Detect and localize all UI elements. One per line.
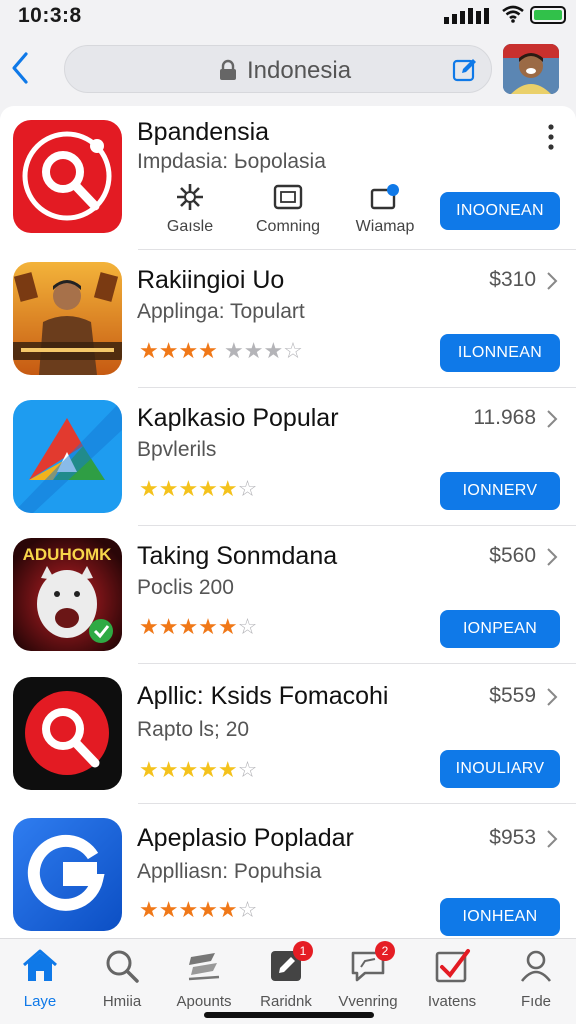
search-icon [106, 950, 139, 983]
action-label: Comning [255, 218, 321, 235]
app-title: Apeplasio Popladar [137, 824, 354, 852]
app-title: Apllic: Ksids Fomacohi [137, 682, 389, 710]
app-row[interactable]: Kaplkasio Popular Bpvlerils 11.968 ★★★★★… [0, 388, 576, 526]
app-price: $560 [489, 544, 536, 567]
back-chevron-icon[interactable] [4, 48, 38, 88]
app-icon-search[interactable] [13, 677, 122, 790]
frame-icon [273, 184, 303, 210]
person-icon [520, 950, 552, 982]
app-row[interactable]: ADUHOMK Taking Sonmdana Poclis 200 $560 … [0, 526, 576, 664]
app-title: Taking Sonmdana [137, 542, 338, 570]
chevron-right-icon[interactable] [546, 687, 558, 707]
tab-label: Fıde [520, 993, 551, 1010]
app-price: $559 [489, 684, 536, 707]
nav-bar: Indonesia [0, 38, 576, 100]
get-button[interactable]: INOULIARV [440, 750, 560, 788]
app-icon-arrow[interactable] [13, 400, 122, 513]
action-label: Wiamap [355, 218, 415, 235]
tab-label: Hmiia [102, 993, 142, 1010]
tab-label: Raridnk [260, 993, 312, 1010]
app-subtitle: Bpvlerils [137, 438, 217, 461]
chevron-right-icon[interactable] [546, 271, 558, 291]
tab-bar: Laye Hmiia Apounts 1 Raridnk 2 Vvenring … [0, 938, 576, 1024]
app-icon-g[interactable] [13, 818, 122, 931]
chevron-right-icon[interactable] [546, 409, 558, 429]
lock-icon [220, 59, 236, 80]
battery-icon [530, 6, 566, 24]
home-indicator [204, 1012, 374, 1018]
featured-app-title: Bpandensia [137, 118, 270, 146]
rating-stars: ★★★★ ★★★☆ [139, 338, 303, 363]
app-row[interactable]: Apeplasio Popladar Applliasn: Popuhsia $… [0, 804, 576, 938]
compose-icon[interactable] [451, 55, 479, 83]
note-icon-wrap: 1 [267, 941, 313, 985]
get-button[interactable]: IONHEAN [440, 898, 560, 936]
tab-apounts[interactable]: Apounts [164, 947, 244, 1010]
avatar[interactable] [503, 44, 559, 94]
featured-app-row[interactable]: Bpandensia Impdasia: Ьopolasia Gaısle Co… [0, 106, 576, 250]
app-price: 11.968 [473, 406, 536, 429]
notification-badge: 2 [375, 941, 395, 961]
rating-stars: ★★★★★☆ [139, 757, 258, 782]
folder-badge-icon [370, 184, 399, 210]
more-options-icon[interactable] [548, 124, 554, 150]
app-subtitle: Rapto ls; 20 [137, 718, 250, 741]
star-burst-icon [177, 184, 203, 210]
app-row[interactable]: Apllic: Ksids Fomacohi Rapto ls; 20 $559… [0, 664, 576, 804]
action-gaisle[interactable]: Gaısle [150, 182, 230, 242]
action-wiamap[interactable]: Wiamap [345, 182, 425, 242]
tab-label: Ivatens [427, 993, 477, 1010]
featured-get-button[interactable]: INOONEAN [440, 192, 560, 230]
chevron-right-icon[interactable] [546, 829, 558, 849]
featured-app-subtitle: Impdasia: Ьopolasia [137, 150, 326, 173]
app-price: $953 [489, 826, 536, 849]
tab-laye[interactable]: Laye [0, 947, 80, 1010]
app-icon-wolf[interactable]: ADUHOMK [13, 538, 122, 651]
action-label: Gaısle [166, 218, 214, 235]
rating-stars: ★★★★★☆ [139, 476, 258, 501]
tab-label: Vvenring [338, 993, 398, 1010]
app-title: Rakiingioi Uo [137, 266, 285, 294]
chevron-right-icon[interactable] [546, 547, 558, 567]
tab-ivatens[interactable]: Ivatens [412, 947, 492, 1010]
tab-label: Laye [23, 993, 57, 1010]
notification-badge: 1 [293, 941, 313, 961]
address-text: Indonesia [247, 57, 352, 84]
rating-stars: ★★★★★☆ [139, 614, 258, 639]
app-subtitle: Applinga: Topulart [137, 300, 305, 323]
status-time: 10:3:8 [18, 4, 82, 27]
address-bar[interactable]: Indonesia [64, 45, 492, 93]
status-bar: 10:3:8 [0, 0, 576, 34]
icon-banner-text: ADUHOMK [23, 545, 112, 564]
layers-icon [188, 953, 220, 981]
wifi-icon [502, 5, 524, 23]
featured-actions: Gaısle Comning Wiamap [150, 182, 430, 242]
rating-stars: ★★★★★☆ [139, 897, 258, 922]
get-button[interactable]: ILONNEAN [440, 334, 560, 372]
tab-fide[interactable]: Fıde [496, 947, 576, 1010]
check-icon [435, 949, 470, 983]
app-subtitle: Applliasn: Popuhsia [137, 860, 322, 883]
chat-icon-wrap: 2 [349, 941, 395, 985]
app-subtitle: Poclis 200 [137, 576, 234, 599]
cellular-signal-icon [444, 8, 489, 24]
app-list: Bpandensia Impdasia: Ьopolasia Gaısle Co… [0, 106, 576, 938]
action-comning[interactable]: Comning [248, 182, 328, 242]
tab-hmiia[interactable]: Hmiia [82, 947, 162, 1010]
tab-label: Apounts [176, 993, 232, 1010]
app-icon-poster[interactable] [13, 262, 122, 375]
get-button[interactable]: IONPEAN [440, 610, 560, 648]
app-title: Kaplkasio Popular [137, 404, 339, 432]
featured-app-icon[interactable] [13, 120, 122, 233]
tab-vvenring[interactable]: 2 Vvenring [328, 941, 408, 1010]
home-icon [23, 949, 57, 981]
get-button[interactable]: IONNERV [440, 472, 560, 510]
tab-raridnk[interactable]: 1 Raridnk [246, 941, 326, 1010]
app-row[interactable]: Rakiingioi Uo Applinga: Topulart $310 ★★… [0, 250, 576, 388]
app-price: $310 [489, 268, 536, 291]
